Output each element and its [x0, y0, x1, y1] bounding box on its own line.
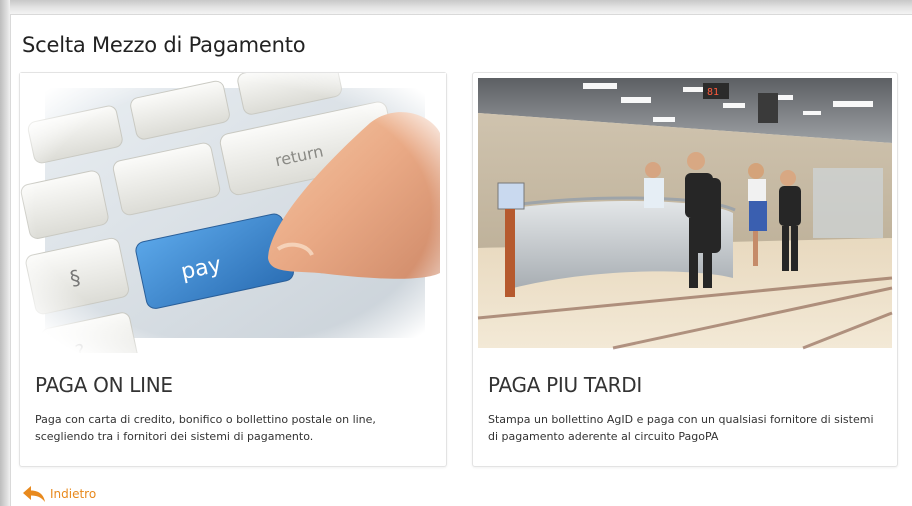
back-link[interactable]: Indietro	[22, 484, 96, 504]
keyboard-pay-image: return § pay ?	[20, 73, 446, 353]
pay-online-title: PAGA ON LINE	[35, 373, 173, 397]
bank-counter-image: 81	[473, 73, 897, 353]
keyboard-illustration: return § pay ?	[20, 73, 446, 353]
bank-office-illustration: 81	[477, 78, 893, 350]
window-top-shadow	[0, 0, 912, 14]
pay-later-description: Stampa un bollettino AgID e paga con un …	[488, 413, 874, 443]
page-title: Scelta Mezzo di Pagamento	[22, 33, 306, 57]
back-link-label: Indietro	[50, 487, 97, 501]
pay-later-title: PAGA PIU TARDI	[488, 373, 642, 397]
back-arrow-icon	[23, 486, 45, 502]
pay-later-card[interactable]: 81 PAGA PIU TARDI Stampa un bollettino A…	[472, 72, 898, 467]
window-left-shadow	[0, 0, 10, 506]
pay-online-description: Paga con carta di credito, bonifico o bo…	[35, 413, 376, 443]
queue-display-number: 81	[707, 87, 719, 98]
pay-online-card[interactable]: return § pay ? PAGA ON LINE Paga con car…	[19, 72, 447, 467]
